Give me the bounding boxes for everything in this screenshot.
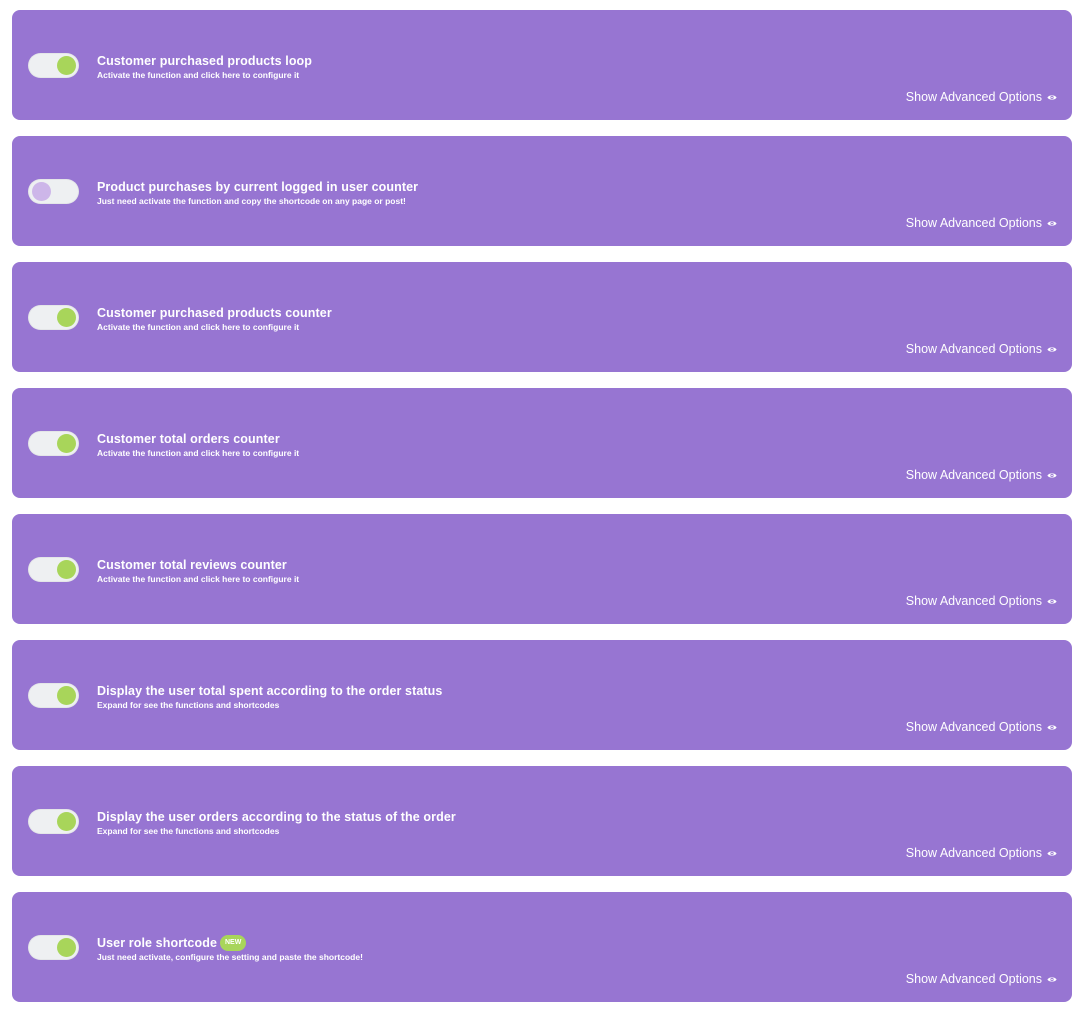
feature-title-row: User role shortcode NEW bbox=[97, 934, 247, 952]
feature-card: User role shortcode NEW Just need activa… bbox=[12, 892, 1072, 1002]
eye-icon bbox=[1047, 346, 1057, 352]
feature-title-row: Customer purchased products loop bbox=[97, 52, 312, 70]
feature-card: Display the user orders according to the… bbox=[12, 766, 1072, 876]
toggle-knob bbox=[57, 434, 76, 453]
feature-title-row: Display the user total spent according t… bbox=[97, 682, 442, 700]
feature-title[interactable]: Display the user orders according to the… bbox=[97, 810, 456, 824]
feature-card: Product purchases by current logged in u… bbox=[12, 136, 1072, 246]
show-advanced-options-button[interactable]: Show Advanced Options bbox=[906, 216, 1057, 230]
show-advanced-options-label: Show Advanced Options bbox=[905, 846, 1042, 860]
feature-subtitle[interactable]: Expand for see the functions and shortco… bbox=[97, 826, 279, 836]
toggle-knob bbox=[57, 938, 76, 957]
toggle-knob bbox=[57, 812, 76, 831]
feature-title[interactable]: Display the user total spent according t… bbox=[97, 684, 442, 698]
show-advanced-options-button[interactable]: Show Advanced Options bbox=[906, 594, 1057, 608]
feature-title[interactable]: Customer purchased products loop bbox=[97, 54, 312, 68]
show-advanced-options-label: Show Advanced Options bbox=[905, 972, 1042, 986]
feature-toggle[interactable] bbox=[28, 431, 79, 456]
eye-icon bbox=[1047, 94, 1057, 100]
eye-icon bbox=[1047, 850, 1057, 856]
show-advanced-options-button[interactable]: Show Advanced Options bbox=[906, 342, 1057, 356]
show-advanced-options-button[interactable]: Show Advanced Options bbox=[906, 90, 1057, 104]
show-advanced-options-button[interactable]: Show Advanced Options bbox=[906, 720, 1057, 734]
feature-subtitle[interactable]: Just need activate the function and copy… bbox=[97, 196, 406, 206]
show-advanced-options-button[interactable]: Show Advanced Options bbox=[906, 846, 1057, 860]
feature-title-row: Customer purchased products counter bbox=[97, 304, 332, 322]
feature-toggle[interactable] bbox=[28, 179, 79, 204]
show-advanced-options-label: Show Advanced Options bbox=[905, 594, 1042, 608]
feature-toggle[interactable] bbox=[28, 809, 79, 834]
toggle-knob bbox=[57, 560, 76, 579]
feature-card: Customer purchased products loop Activat… bbox=[12, 10, 1072, 120]
new-badge: NEW bbox=[220, 935, 247, 951]
feature-title[interactable]: Product purchases by current logged in u… bbox=[97, 180, 418, 194]
show-advanced-options-label: Show Advanced Options bbox=[905, 342, 1042, 356]
feature-toggle[interactable] bbox=[28, 935, 79, 960]
eye-icon bbox=[1047, 220, 1057, 226]
show-advanced-options-label: Show Advanced Options bbox=[905, 468, 1042, 482]
toggle-knob bbox=[57, 56, 76, 75]
feature-title[interactable]: Customer purchased products counter bbox=[97, 306, 332, 320]
feature-title-row: Product purchases by current logged in u… bbox=[97, 178, 418, 196]
feature-title-row: Display the user orders according to the… bbox=[97, 808, 456, 826]
show-advanced-options-button[interactable]: Show Advanced Options bbox=[906, 972, 1057, 986]
feature-title[interactable]: User role shortcode bbox=[97, 936, 217, 950]
feature-subtitle[interactable]: Activate the function and click here to … bbox=[97, 574, 299, 584]
feature-toggle[interactable] bbox=[28, 557, 79, 582]
feature-subtitle[interactable]: Activate the function and click here to … bbox=[97, 322, 299, 332]
toggle-knob bbox=[57, 308, 76, 327]
show-advanced-options-label: Show Advanced Options bbox=[905, 216, 1042, 230]
feature-list: Customer purchased products loop Activat… bbox=[0, 0, 1084, 1013]
feature-subtitle[interactable]: Activate the function and click here to … bbox=[97, 448, 299, 458]
feature-subtitle[interactable]: Just need activate, configure the settin… bbox=[97, 952, 363, 962]
feature-card: Customer total orders counter Activate t… bbox=[12, 388, 1072, 498]
show-advanced-options-label: Show Advanced Options bbox=[905, 90, 1042, 104]
feature-card: Display the user total spent according t… bbox=[12, 640, 1072, 750]
eye-icon bbox=[1047, 472, 1057, 478]
feature-subtitle[interactable]: Activate the function and click here to … bbox=[97, 70, 299, 80]
eye-icon bbox=[1047, 598, 1057, 604]
feature-title[interactable]: Customer total reviews counter bbox=[97, 558, 287, 572]
eye-icon bbox=[1047, 724, 1057, 730]
feature-title-row: Customer total orders counter bbox=[97, 430, 280, 448]
toggle-knob bbox=[32, 182, 51, 201]
feature-toggle[interactable] bbox=[28, 53, 79, 78]
feature-subtitle[interactable]: Expand for see the functions and shortco… bbox=[97, 700, 279, 710]
show-advanced-options-button[interactable]: Show Advanced Options bbox=[906, 468, 1057, 482]
feature-toggle[interactable] bbox=[28, 683, 79, 708]
feature-card: Customer total reviews counter Activate … bbox=[12, 514, 1072, 624]
feature-card: Customer purchased products counter Acti… bbox=[12, 262, 1072, 372]
feature-title[interactable]: Customer total orders counter bbox=[97, 432, 280, 446]
eye-icon bbox=[1047, 976, 1057, 982]
show-advanced-options-label: Show Advanced Options bbox=[905, 720, 1042, 734]
feature-title-row: Customer total reviews counter bbox=[97, 556, 287, 574]
toggle-knob bbox=[57, 686, 76, 705]
feature-toggle[interactable] bbox=[28, 305, 79, 330]
